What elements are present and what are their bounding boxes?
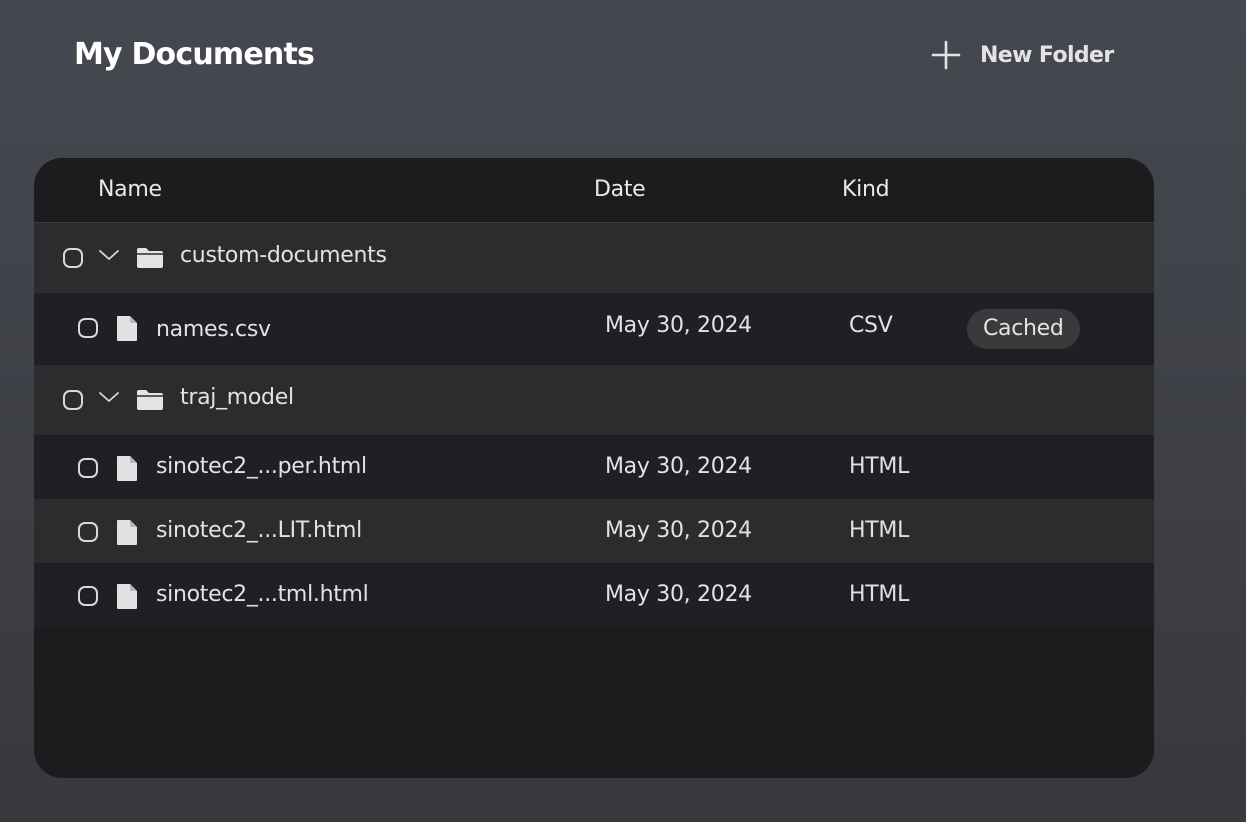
file-kind: HTML	[849, 582, 910, 607]
folder-name: custom-documents	[180, 243, 387, 268]
file-row[interactable]: sinotec2_...tml.html May 30, 2024 HTML	[34, 563, 1154, 627]
plus-icon	[931, 40, 961, 70]
column-header-name[interactable]: Name	[98, 177, 162, 202]
column-header-date[interactable]: Date	[594, 177, 646, 202]
file-date: May 30, 2024	[605, 313, 752, 338]
row-checkbox[interactable]	[78, 586, 98, 606]
row-checkbox[interactable]	[78, 318, 98, 338]
chevron-down-icon[interactable]	[98, 389, 120, 405]
file-row-names-csv[interactable]: names.csv May 30, 2024 CSV Cached	[34, 293, 1154, 365]
file-row[interactable]: sinotec2_...LIT.html May 30, 2024 HTML	[34, 499, 1154, 563]
row-checkbox[interactable]	[63, 248, 83, 268]
file-row[interactable]: sinotec2_...per.html May 30, 2024 HTML	[34, 435, 1154, 499]
row-checkbox[interactable]	[78, 458, 98, 478]
row-checkbox[interactable]	[78, 522, 98, 542]
file-date: May 30, 2024	[605, 582, 752, 607]
file-date: May 30, 2024	[605, 454, 752, 479]
row-checkbox[interactable]	[63, 390, 83, 410]
documents-table: Name Date Kind custom-documents names.cs…	[34, 158, 1154, 778]
file-name: names.csv	[156, 317, 271, 342]
file-icon	[117, 520, 137, 545]
file-name: sinotec2_...per.html	[156, 454, 367, 479]
folder-row-traj-model[interactable]: traj_model	[34, 365, 1154, 435]
file-icon	[117, 584, 137, 609]
folder-row-custom-documents[interactable]: custom-documents	[34, 223, 1154, 293]
page: My Documents New Folder Name Date Kind c…	[0, 0, 1246, 822]
page-title: My Documents	[74, 37, 315, 72]
file-date: May 30, 2024	[605, 518, 752, 543]
file-name: sinotec2_...LIT.html	[156, 518, 362, 543]
folder-name: traj_model	[180, 385, 294, 410]
file-icon	[117, 316, 137, 341]
column-header-kind[interactable]: Kind	[842, 177, 890, 202]
file-kind: CSV	[849, 313, 893, 338]
chevron-down-icon[interactable]	[98, 247, 120, 263]
file-kind: HTML	[849, 454, 910, 479]
table-header: Name Date Kind	[34, 158, 1154, 223]
file-name: sinotec2_...tml.html	[156, 582, 369, 607]
new-folder-button[interactable]: New Folder	[930, 38, 1114, 72]
file-kind: HTML	[849, 518, 910, 543]
file-icon	[117, 456, 137, 481]
folder-icon	[137, 390, 163, 410]
status-badge: Cached	[967, 309, 1080, 349]
folder-icon	[137, 248, 163, 268]
new-folder-label: New Folder	[980, 42, 1114, 68]
